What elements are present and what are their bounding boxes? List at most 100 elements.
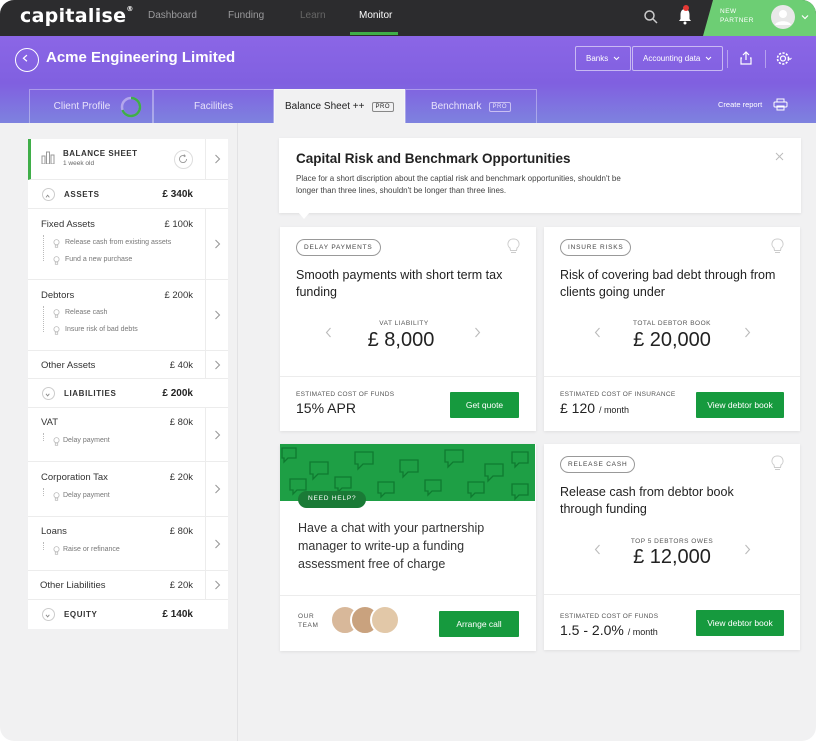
pro-badge: PRO: [488, 101, 512, 112]
tab-label: Benchmark: [430, 101, 482, 112]
nav-monitor[interactable]: Monitor: [359, 10, 392, 21]
footer-label: ESTIMATED COST OF INSURANCE: [560, 391, 676, 398]
tab-benchmark[interactable]: Benchmark PRO: [405, 89, 537, 123]
balance-sheet-header[interactable]: BALANCE SHEET 1 week old: [28, 139, 228, 180]
chevron-cell[interactable]: [205, 139, 228, 179]
user-icon: [775, 10, 791, 25]
value-label: TOTAL DEBTOR BOOK: [633, 320, 711, 327]
need-help-tag: NEED HELP?: [298, 491, 367, 508]
chevron-down-icon[interactable]: [800, 12, 810, 22]
suggestion-link[interactable]: Fund a new purchase: [65, 256, 132, 263]
tab-balance-sheet[interactable]: Balance Sheet ++ PRO: [274, 89, 405, 123]
footer-value: £ 120: [560, 400, 596, 416]
lightbulb-icon[interactable]: [507, 238, 520, 255]
collapse-toggle[interactable]: [42, 608, 55, 621]
intro-text: Place for a short discription about the …: [296, 174, 621, 195]
value-label: VAT LIABILITY: [379, 320, 429, 327]
gear-icon[interactable]: [775, 50, 792, 67]
client-header: Acme Engineering Limited Banks Accountin…: [0, 36, 816, 123]
item-name: Corporation Tax: [41, 472, 108, 483]
tab-client-profile[interactable]: Client Profile: [29, 89, 153, 123]
chevron-cell[interactable]: [205, 351, 228, 378]
intro-pointer: [298, 212, 310, 219]
equity-label: EQUITY: [64, 610, 98, 619]
logo[interactable]: capitalise®: [20, 5, 134, 27]
release-cash-card: RELEASE CASH Release cash from debtor bo…: [544, 444, 800, 650]
balance-sheet-age: 1 week old: [63, 160, 95, 167]
chevron-right-icon: [215, 239, 221, 249]
assets-label: ASSETS: [64, 190, 100, 199]
collapse-toggle[interactable]: [42, 387, 55, 400]
value-amount: £ 20,000: [633, 329, 711, 351]
chevron-cell[interactable]: [205, 209, 228, 280]
tree-line: [43, 542, 44, 550]
other-liabilities-row[interactable]: Other Liabilities £ 20k: [28, 571, 228, 600]
notification-dot: [683, 5, 689, 11]
nav-learn[interactable]: Learn: [300, 10, 326, 21]
tab-bar: Client Profile Facilities Balance Sheet …: [29, 89, 537, 123]
footer-label: ESTIMATED COST OF FUNDS: [560, 613, 659, 620]
item-name: VAT: [41, 417, 59, 428]
close-icon[interactable]: [775, 152, 784, 161]
suggestion-link[interactable]: Release cash: [65, 309, 107, 316]
chevron-cell[interactable]: [205, 280, 228, 351]
avatar[interactable]: [771, 5, 795, 29]
debtors-row[interactable]: Debtors £ 200k Release cash Insure risk …: [28, 280, 228, 351]
lightbulb-icon: [53, 492, 60, 501]
get-quote-button[interactable]: Get quote: [450, 392, 519, 418]
suggestion-link[interactable]: Insure risk of bad debts: [65, 326, 138, 333]
vat-row[interactable]: VAT £ 80k Delay payment: [28, 408, 228, 462]
lightbulb-icon: [53, 546, 60, 555]
card-title: Release cash from debtor book through fu…: [560, 485, 734, 516]
fixed-assets-row[interactable]: Fixed Assets £ 100k Release cash from ex…: [28, 209, 228, 280]
suggestion-link[interactable]: Delay payment: [63, 492, 110, 499]
suggestion-link[interactable]: Delay payment: [63, 437, 110, 444]
card-footer: ESTIMATED COST OF INSURANCE £ 120 / mont…: [544, 376, 800, 431]
tab-facilities[interactable]: Facilities: [153, 89, 274, 123]
lightbulb-icon: [53, 326, 60, 335]
share-icon[interactable]: [738, 50, 754, 66]
nav-dashboard[interactable]: Dashboard: [148, 10, 197, 21]
print-icon[interactable]: [773, 98, 788, 111]
partner-menu[interactable]: NEW PARTNER: [703, 0, 816, 36]
chevron-cell[interactable]: [205, 462, 228, 517]
tab-label: Balance Sheet ++: [284, 101, 365, 112]
equity-section[interactable]: EQUITY £ 140k: [28, 600, 228, 629]
search-icon[interactable]: [643, 9, 659, 25]
lightbulb-icon[interactable]: [771, 455, 784, 472]
item-name: Other Liabilities: [40, 580, 106, 591]
assets-section[interactable]: ASSETS £ 340k: [28, 180, 228, 209]
lightbulb-icon: [53, 309, 60, 318]
suggestion-link[interactable]: Release cash from existing assets: [65, 239, 171, 246]
team-avatar: [370, 605, 400, 635]
item-value: £ 80k: [169, 417, 193, 428]
refresh-button[interactable]: [174, 150, 193, 169]
balance-sheet-title: BALANCE SHEET: [63, 149, 138, 158]
tab-label: Facilities: [194, 101, 233, 112]
lightbulb-icon[interactable]: [771, 238, 784, 255]
loans-row[interactable]: Loans £ 80k Raise or refinance: [28, 517, 228, 571]
item-name: Fixed Assets: [41, 219, 95, 230]
arrange-call-button[interactable]: Arrange call: [439, 611, 519, 637]
suggestion-link[interactable]: Raise or refinance: [63, 546, 120, 553]
header-divider: [727, 50, 728, 68]
create-report-link[interactable]: Create report: [718, 100, 762, 109]
chevron-right-icon: [215, 360, 221, 370]
banks-dropdown[interactable]: Banks: [575, 46, 632, 71]
collapse-toggle[interactable]: [42, 188, 55, 201]
card-title: Risk of covering bad debt through from c…: [560, 268, 776, 299]
chevron-cell[interactable]: [205, 408, 228, 462]
view-debtor-book-button[interactable]: View debtor book: [696, 392, 784, 418]
chevron-cell[interactable]: [205, 571, 228, 599]
corporation-tax-row[interactable]: Corporation Tax £ 20k Delay payment: [28, 462, 228, 517]
liabilities-section[interactable]: LIABILITIES £ 200k: [28, 379, 228, 408]
intro-card: Capital Risk and Benchmark Opportunities…: [279, 138, 801, 213]
card-footer: OUR TEAM Arrange call: [280, 595, 536, 651]
accounting-data-dropdown[interactable]: Accounting data: [632, 46, 724, 71]
nav-funding[interactable]: Funding: [228, 10, 264, 21]
banks-label: Banks: [586, 54, 609, 63]
other-assets-row[interactable]: Other Assets £ 40k: [28, 351, 228, 379]
back-button[interactable]: [15, 48, 39, 72]
view-debtor-book-button[interactable]: View debtor book: [696, 610, 784, 636]
chevron-cell[interactable]: [205, 517, 228, 571]
